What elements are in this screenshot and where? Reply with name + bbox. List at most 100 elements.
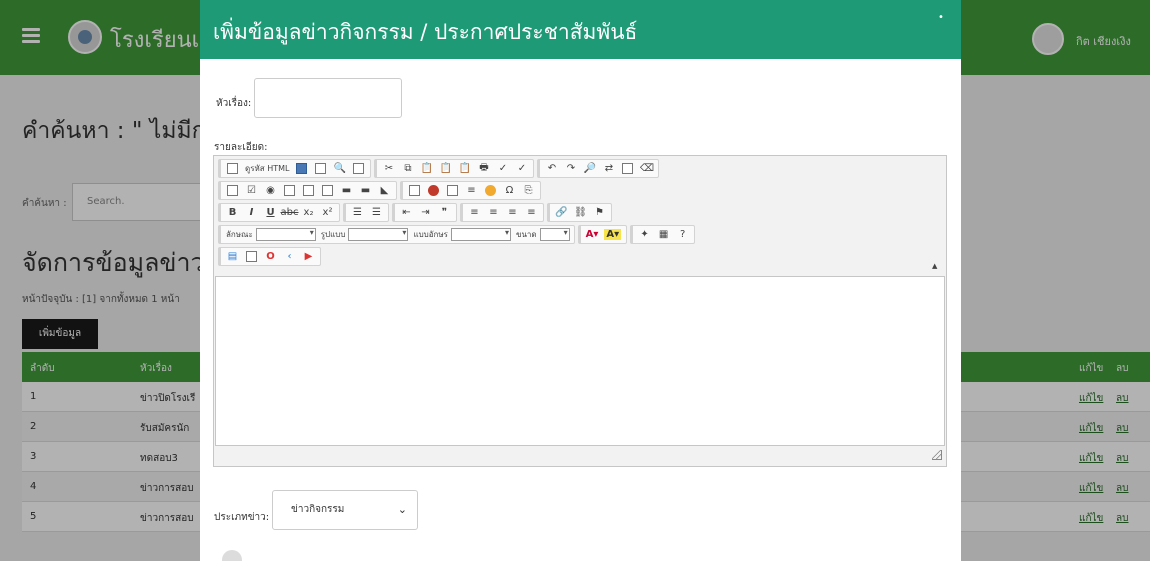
editor-toolbar-row-1: ดูรหัส HTML 🔍 ✂ ⧉ 📋 📋 📋 🖶 ✓ ✓ ↶ ↷ 🔎 ⇄ ⌫ xyxy=(218,159,662,178)
maximize-icon[interactable]: ✦ xyxy=(637,227,652,242)
news-type-label: ประเภทข่าว: xyxy=(214,512,270,523)
link-icon[interactable]: 🔗 xyxy=(554,205,569,220)
special-char-icon[interactable]: Ω xyxy=(502,183,517,198)
italic-icon[interactable]: I xyxy=(244,205,259,220)
cut-icon[interactable]: ✂ xyxy=(381,161,396,176)
chevron-down-icon: ⌄ xyxy=(397,503,407,516)
horizontal-rule-icon[interactable]: ≡ xyxy=(464,183,479,198)
format-label: รูปแบบ xyxy=(320,230,346,239)
close-icon[interactable]: • xyxy=(938,12,944,23)
page-break-icon[interactable]: ⎘ xyxy=(521,183,536,198)
detail-label: รายละเอียด: xyxy=(214,142,268,153)
rich-text-editor: ดูรหัส HTML 🔍 ✂ ⧉ 📋 📋 📋 🖶 ✓ ✓ ↶ ↷ 🔎 ⇄ ⌫ … xyxy=(213,155,947,467)
hidden-field-icon[interactable]: ◣ xyxy=(377,183,392,198)
table-icon[interactable] xyxy=(445,183,460,198)
toolbar-group: ลักษณะ รูปแบบ แบบอักษร ขนาด xyxy=(218,225,575,244)
numbered-list-icon[interactable]: ☰ xyxy=(350,205,365,220)
paste-icon[interactable]: 📋 xyxy=(419,161,434,176)
paste-text-icon[interactable]: 📋 xyxy=(438,161,453,176)
editor-content-area[interactable] xyxy=(215,276,945,446)
align-justify-icon[interactable]: ≡ xyxy=(524,205,539,220)
remove-format-icon[interactable]: ⌫ xyxy=(639,161,654,176)
source-icon[interactable] xyxy=(225,161,240,176)
form-icon[interactable] xyxy=(225,183,240,198)
text-color-icon[interactable]: A▾ xyxy=(586,229,599,240)
anchor-icon[interactable]: ⚑ xyxy=(592,205,607,220)
image-icon[interactable] xyxy=(407,183,422,198)
preview-icon[interactable]: 🔍 xyxy=(332,161,347,176)
show-blocks-icon[interactable]: ▦ xyxy=(656,227,671,242)
font-select[interactable] xyxy=(450,228,511,241)
subscript-icon[interactable]: x₂ xyxy=(301,205,316,220)
bg-color-icon[interactable]: A▾ xyxy=(604,229,622,240)
flash-icon[interactable] xyxy=(426,183,441,198)
underline-icon[interactable]: U xyxy=(263,205,278,220)
undo-icon[interactable]: ↶ xyxy=(544,161,559,176)
circle-icon[interactable]: O xyxy=(263,249,278,264)
editor-toolbar-row-4: ลักษณะ รูปแบบ แบบอักษร ขนาด A▾ A▾ ✦ ▦ ? xyxy=(218,225,698,244)
toolbar-group: ⇤ ⇥ ❞ xyxy=(392,203,457,222)
style-select[interactable] xyxy=(255,228,316,241)
size-select[interactable] xyxy=(539,228,570,241)
textfield-icon[interactable] xyxy=(282,183,297,198)
resize-handle-icon[interactable] xyxy=(932,450,944,462)
indent-icon[interactable]: ⇥ xyxy=(418,205,433,220)
toolbar-group: ☑ ◉ ▬ ▬ ◣ xyxy=(218,181,397,200)
print-icon[interactable]: 🖶 xyxy=(476,161,491,176)
unlink-icon[interactable]: ⛓ xyxy=(573,205,588,220)
toolbar-group: ✂ ⧉ 📋 📋 📋 🖶 ✓ ✓ xyxy=(374,159,535,178)
strikethrough-icon[interactable]: abc xyxy=(281,205,299,220)
save-icon[interactable] xyxy=(294,161,309,176)
subject-label: หัวเรื่อง: xyxy=(216,98,252,109)
code-snippet-icon[interactable]: ▤ xyxy=(225,249,240,264)
collapse-toolbar-icon[interactable]: ▲ xyxy=(932,262,937,270)
toolbar-group: ▤ O ‹ ▶ xyxy=(218,247,321,266)
find-icon[interactable]: 🔎 xyxy=(582,161,597,176)
replace-icon[interactable]: ⇄ xyxy=(601,161,616,176)
scayt-icon[interactable]: ✓ xyxy=(514,161,529,176)
editor-toolbar-row-3: B I U abc x₂ x² ☰ ☰ ⇤ ⇥ ❞ ≡ ≡ ≡ ≡ 🔗 ⛓ ⚑ xyxy=(218,203,615,222)
radio-icon[interactable]: ◉ xyxy=(263,183,278,198)
toolbar-group: ≡ ≡ ≡ ≡ xyxy=(460,203,544,222)
spellcheck-icon[interactable]: ✓ xyxy=(495,161,510,176)
new-page-icon[interactable] xyxy=(313,161,328,176)
youtube-icon[interactable]: ▶ xyxy=(301,249,316,264)
font-label: แบบอักษร xyxy=(413,230,448,239)
align-left-icon[interactable]: ≡ xyxy=(467,205,482,220)
outdent-icon[interactable]: ⇤ xyxy=(399,205,414,220)
about-icon[interactable]: ? xyxy=(675,227,690,242)
copy-icon[interactable]: ⧉ xyxy=(400,161,415,176)
superscript-icon[interactable]: x² xyxy=(320,205,335,220)
editor-toolbar-row-5: ▤ O ‹ ▶ xyxy=(218,247,324,266)
textarea-icon[interactable] xyxy=(301,183,316,198)
toolbar-group: B I U abc x₂ x² xyxy=(218,203,340,222)
blockquote-icon[interactable]: ❞ xyxy=(437,205,452,220)
button-icon[interactable]: ▬ xyxy=(339,183,354,198)
bold-icon[interactable]: B xyxy=(225,205,240,220)
toolbar-group: ✦ ▦ ? xyxy=(630,225,696,244)
templates-icon[interactable] xyxy=(351,161,366,176)
select-all-icon[interactable] xyxy=(620,161,635,176)
toolbar-group: 🔗 ⛓ ⚑ xyxy=(547,203,612,222)
align-center-icon[interactable]: ≡ xyxy=(486,205,501,220)
subject-input[interactable] xyxy=(254,78,402,118)
iframe-icon[interactable] xyxy=(244,249,259,264)
source-button[interactable]: ดูรหัส HTML xyxy=(245,162,289,175)
toolbar-group: A▾ A▾ xyxy=(577,225,628,244)
select-icon[interactable] xyxy=(320,183,335,198)
news-type-select[interactable]: ข่าวกิจกรรม ⌄ xyxy=(272,490,418,530)
checkbox-icon[interactable]: ☑ xyxy=(244,183,259,198)
align-right-icon[interactable]: ≡ xyxy=(505,205,520,220)
toolbar-group: ☰ ☰ xyxy=(343,203,389,222)
redo-icon[interactable]: ↷ xyxy=(563,161,578,176)
add-news-modal: เพิ่มข้อมูลข่าวกิจกรรม / ประกาศประชาสัมพ… xyxy=(200,0,961,561)
bulleted-list-icon[interactable]: ☰ xyxy=(369,205,384,220)
toggle-switch[interactable] xyxy=(222,550,242,561)
paste-word-icon[interactable]: 📋 xyxy=(457,161,472,176)
editor-toolbar-row-2: ☑ ◉ ▬ ▬ ◣ ≡ Ω ⎘ xyxy=(218,181,544,200)
arrow-icon[interactable]: ‹ xyxy=(282,249,297,264)
smiley-icon[interactable] xyxy=(483,183,498,198)
image-button-icon[interactable]: ▬ xyxy=(358,183,373,198)
size-label: ขนาด xyxy=(515,230,537,239)
format-select[interactable] xyxy=(348,228,409,241)
